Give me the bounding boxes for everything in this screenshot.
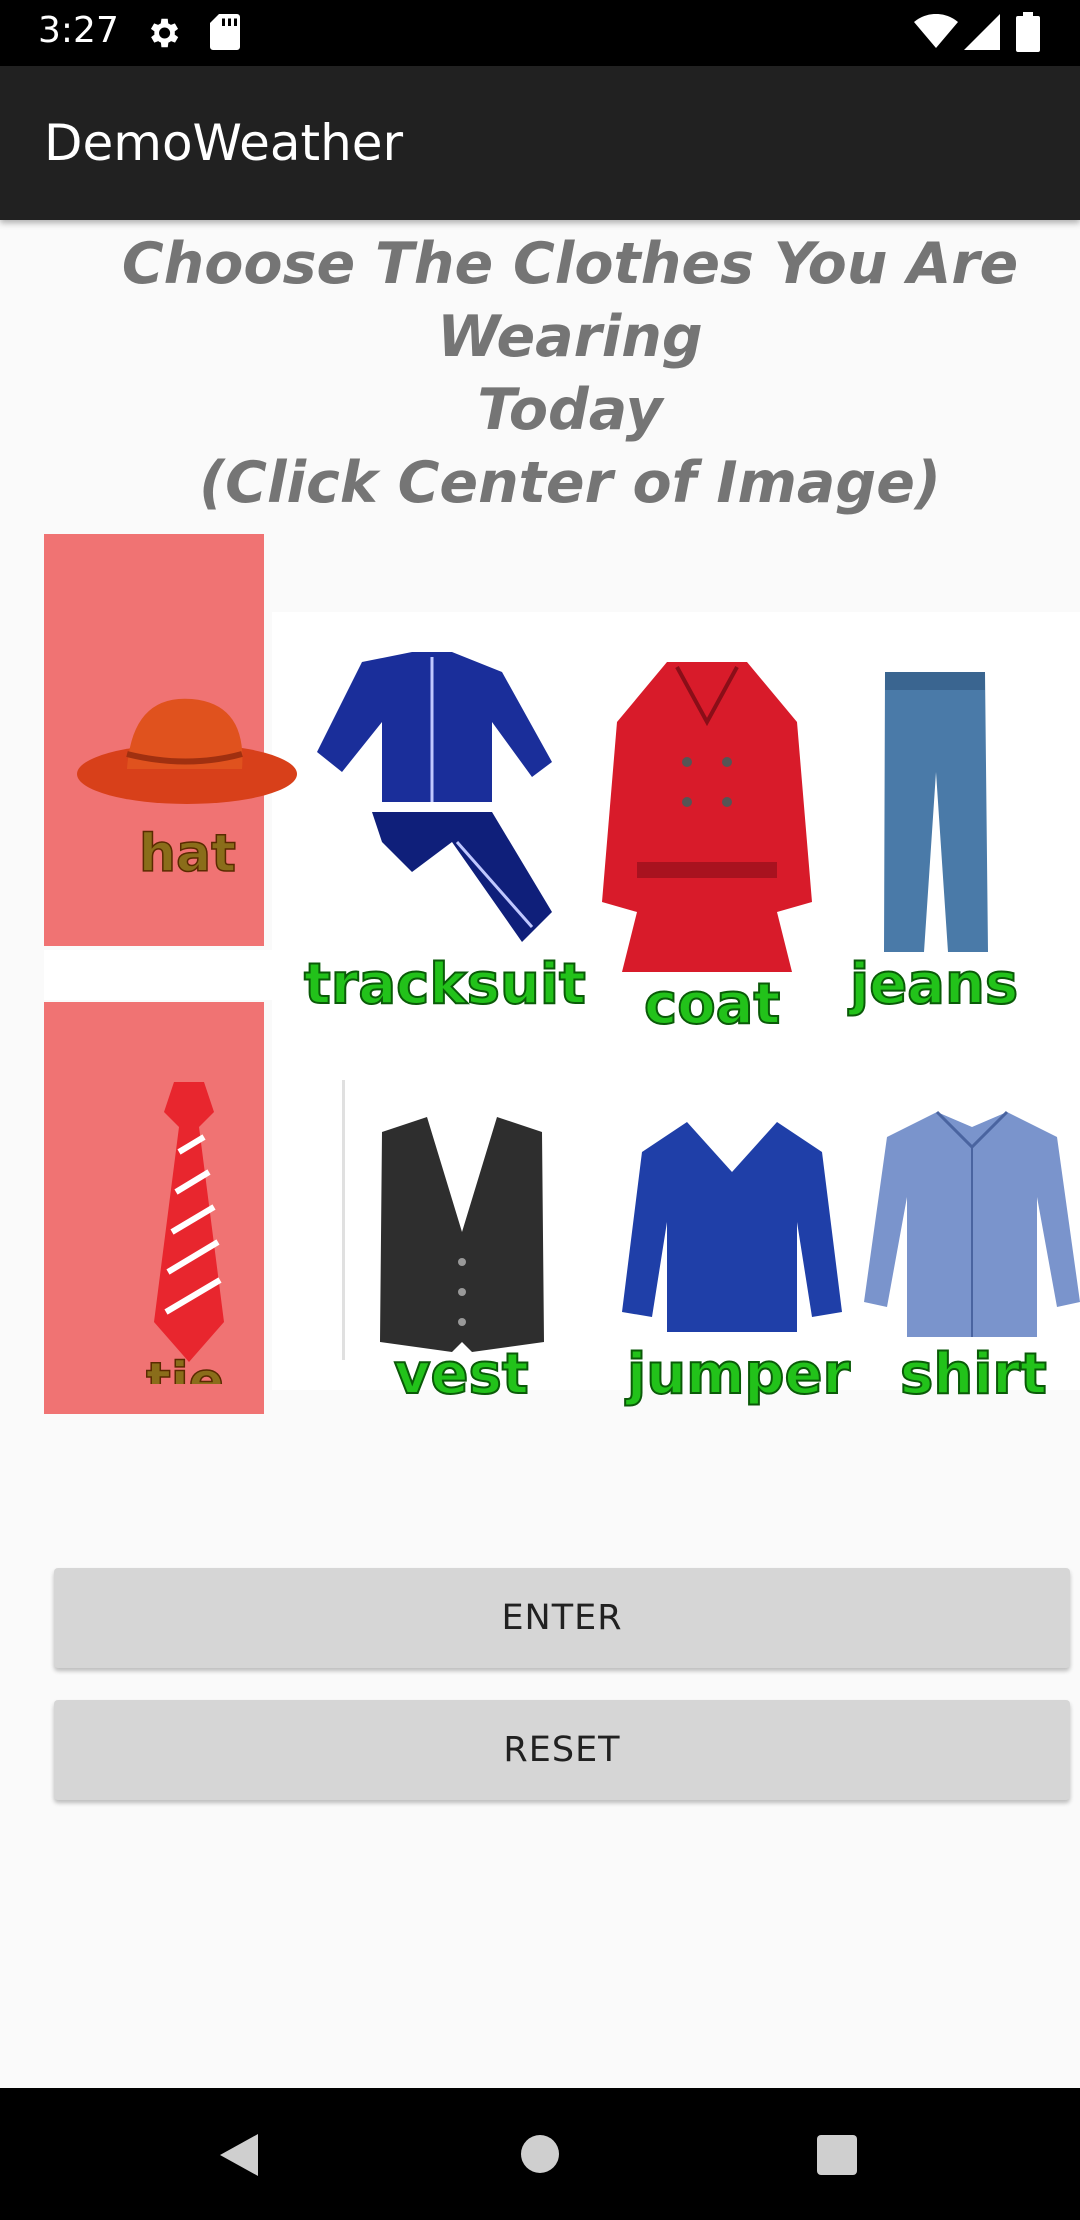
tie-label: tie (146, 1352, 224, 1412)
sd-card-icon (210, 14, 240, 55)
hat-icon (77, 698, 297, 804)
jumper-item[interactable] (617, 1112, 847, 1347)
jeans-label: jeans (849, 951, 1019, 1018)
tracksuit-label: tracksuit (303, 951, 587, 1018)
shirt-item[interactable] (862, 1102, 1080, 1347)
tie-tile[interactable]: tie (44, 1002, 264, 1414)
app-title: DemoWeather (44, 114, 404, 172)
tie-icon (154, 1082, 224, 1362)
wifi-icon (914, 13, 958, 53)
hat-label: hat (138, 823, 236, 885)
heading-line-2: Today (477, 377, 663, 443)
status-bar: 3:27 (0, 0, 1080, 66)
status-time: 3:27 (38, 10, 119, 51)
jumper-label: jumper (626, 1341, 851, 1408)
instruction-heading: Choose The Clothes You Are Wearing Today… (30, 228, 1080, 520)
tracksuit-icon (317, 652, 552, 942)
clothes-image-panel[interactable]: tracksuit coat jeans vest jumper shirt (272, 612, 1080, 1408)
jeans-icon (884, 672, 988, 952)
shirt-label: shirt (899, 1341, 1048, 1408)
jeans-item[interactable] (870, 662, 1000, 967)
vest-item[interactable] (372, 1112, 552, 1367)
jumper-icon (622, 1122, 842, 1332)
shirt-icon (864, 1110, 1080, 1337)
vest-icon (380, 1117, 544, 1352)
divider (342, 1080, 345, 1360)
heading-line-3: (Click Center of Image) (199, 450, 941, 516)
coat-icon (602, 662, 812, 972)
battery-icon (1016, 12, 1040, 57)
coat-label: coat (643, 971, 781, 1038)
back-icon[interactable] (218, 2132, 260, 2183)
heading-line-1: Choose The Clothes You Are Wearing (121, 231, 1019, 370)
panel-gap (44, 950, 272, 1000)
settings-icon (144, 14, 182, 57)
home-icon[interactable] (520, 2134, 560, 2179)
recents-icon[interactable] (816, 2134, 858, 2181)
coat-item[interactable] (597, 652, 817, 987)
reset-button[interactable]: RESET (54, 1700, 1070, 1800)
enter-button[interactable]: ENTER (54, 1568, 1070, 1668)
vest-label: vest (393, 1341, 530, 1408)
hat-tile[interactable]: hat (44, 534, 297, 946)
tracksuit-item[interactable] (302, 642, 562, 957)
navigation-bar (0, 2088, 1080, 2220)
app-bar: DemoWeather (0, 66, 1080, 220)
signal-icon (964, 14, 1000, 55)
